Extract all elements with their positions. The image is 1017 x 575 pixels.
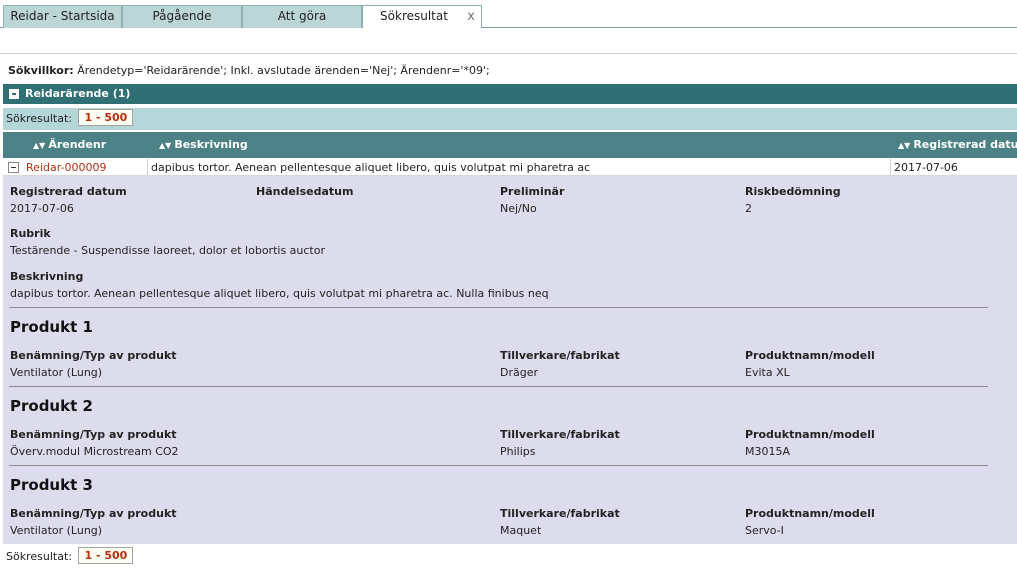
field-value: Ventilator (Lung) xyxy=(10,524,103,537)
divider xyxy=(9,307,988,308)
field-label: Registrerad datum xyxy=(10,185,127,198)
group-header[interactable]: Reidarärende (1) xyxy=(3,84,1017,104)
sort-icon: ▲▼ xyxy=(159,141,172,150)
toolbar-strip xyxy=(0,28,1017,54)
field-label: Benämning/Typ av produkt xyxy=(10,428,177,441)
divider xyxy=(9,386,988,387)
tab-pagaende[interactable]: Pågående xyxy=(122,5,242,28)
field-value: 2 xyxy=(745,202,752,215)
criteria-label: Sökvillkor: xyxy=(8,64,74,77)
field-value: Dräger xyxy=(500,366,539,379)
case-description: dapibus tortor. Aenean pellentesque aliq… xyxy=(151,161,591,174)
field-label: Riskbedömning xyxy=(745,185,841,198)
case-detail-panel: Registrerad datum 2017-07-06 Händelsedat… xyxy=(3,176,1017,544)
field-label: Preliminär xyxy=(500,185,565,198)
sort-icon: ▲▼ xyxy=(898,141,911,150)
sort-icon: ▲▼ xyxy=(33,141,46,150)
collapse-row-icon[interactable] xyxy=(8,162,19,173)
tab-sokresultat[interactable]: Sökresultat x xyxy=(362,5,482,29)
tab-bar: Reidar - Startsida Pågående Att göra Sök… xyxy=(0,0,1017,29)
divider xyxy=(9,465,988,466)
column-label: Registrerad datum xyxy=(913,138,1017,151)
field-label: Produktnamn/modell xyxy=(745,428,875,441)
cell-divider xyxy=(890,159,891,176)
product-title: Produkt 2 xyxy=(10,397,93,415)
collapse-icon[interactable] xyxy=(9,89,19,99)
field-label: Benämning/Typ av produkt xyxy=(10,349,177,362)
field-label: Tillverkare/fabrikat xyxy=(500,349,620,362)
field-label: Rubrik xyxy=(10,227,51,240)
case-registered-date: 2017-07-06 xyxy=(894,161,958,174)
results-range-button[interactable]: 1 - 500 xyxy=(78,547,134,564)
tab-reidar-startsida[interactable]: Reidar - Startsida xyxy=(3,5,122,28)
field-value: 2017-07-06 xyxy=(10,202,74,215)
field-label: Produktnamn/modell xyxy=(745,507,875,520)
group-title: Reidarärende (1) xyxy=(25,87,131,100)
field-value: Philips xyxy=(500,445,536,458)
field-value: Maquet xyxy=(500,524,542,537)
field-label: Produktnamn/modell xyxy=(745,349,875,362)
column-label: Beskrivning xyxy=(174,138,248,151)
field-label: Tillverkare/fabrikat xyxy=(500,428,620,441)
field-label: Beskrivning xyxy=(10,270,84,283)
field-value: Servo-I xyxy=(745,524,784,537)
results-label: Sökresultat: xyxy=(6,112,72,125)
field-label: Benämning/Typ av produkt xyxy=(10,507,177,520)
field-label: Händelsedatum xyxy=(256,185,354,198)
tab-att-gora[interactable]: Att göra xyxy=(242,5,362,28)
column-header-arendenr[interactable]: ▲▼ Ärendenr xyxy=(33,132,106,159)
column-header-registrerad[interactable]: ▲▼Registrerad datum xyxy=(898,132,1017,159)
product-title: Produkt 1 xyxy=(10,318,93,336)
column-label: Ärendenr xyxy=(48,138,107,151)
search-criteria: Sökvillkor: Ärendetyp='Reidarärende'; In… xyxy=(8,64,490,77)
criteria-value: Ärendetyp='Reidarärende'; Inkl. avslutad… xyxy=(77,64,490,77)
results-footer: Sökresultat: 1 - 500 xyxy=(6,547,134,566)
case-number-link[interactable]: Reidar-000009 xyxy=(26,159,106,176)
tab-label: Reidar - Startsida xyxy=(10,9,115,23)
cell-divider xyxy=(147,159,148,176)
close-icon[interactable]: x xyxy=(467,6,475,27)
results-bar: Sökresultat: 1 - 500 xyxy=(3,108,1017,130)
table-row[interactable]: Reidar-000009 dapibus tortor. Aenean pel… xyxy=(3,159,1017,176)
field-label: Tillverkare/fabrikat xyxy=(500,507,620,520)
tab-label: Att göra xyxy=(277,9,327,23)
product-title: Produkt 3 xyxy=(10,476,93,494)
field-value: Testärende - Suspendisse laoreet, dolor … xyxy=(10,244,325,257)
field-value: Nej/No xyxy=(500,202,537,215)
column-header-row: ▲▼ Ärendenr ▲▼ Beskrivning ▲▼ Registrerad d… xyxy=(3,132,1017,158)
results-range-button[interactable]: 1 - 500 xyxy=(78,109,134,126)
tab-label: Sökresultat xyxy=(380,9,448,23)
tab-label: Pågående xyxy=(152,9,212,23)
results-label: Sökresultat: xyxy=(6,550,72,563)
field-value: dapibus tortor. Aenean pellentesque aliq… xyxy=(10,287,549,300)
field-value: Överv.modul Microstream CO2 xyxy=(10,445,179,458)
column-header-beskrivning[interactable]: ▲▼ Beskrivning xyxy=(159,132,248,159)
field-value: Evita XL xyxy=(745,366,790,379)
field-value: Ventilator (Lung) xyxy=(10,366,103,379)
field-value: M3015A xyxy=(745,445,791,458)
